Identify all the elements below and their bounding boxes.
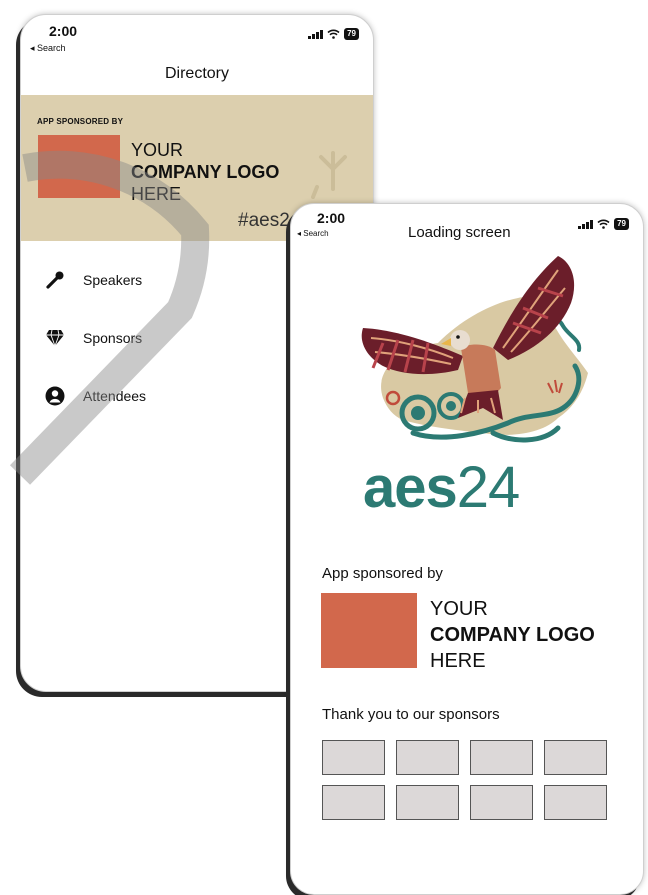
- status-bar: 2:00 ◂ Search 79: [21, 15, 373, 57]
- logo-line-3: HERE: [430, 650, 486, 672]
- logo-line-1: YOUR: [131, 140, 184, 160]
- logo-line-1: YOUR: [430, 598, 488, 620]
- battery-icon: 79: [344, 28, 359, 40]
- menu-label: Speakers: [83, 272, 143, 288]
- logo-line-2: COMPANY LOGO: [430, 624, 595, 646]
- sponsors-thanks-label: Thank you to our sponsors: [322, 706, 500, 723]
- event-hashtag: #aes2: [238, 210, 290, 231]
- logo-line-3: HERE: [131, 184, 182, 204]
- signal-icon: [308, 29, 324, 39]
- microphone-icon: [45, 270, 65, 290]
- sponsored-label: App sponsored by: [322, 565, 443, 582]
- brand-wordmark: aes24: [363, 455, 521, 520]
- loading-phone: 2:00 ◂ Search 79 Loading screen aes24 Ap…: [290, 203, 644, 895]
- company-logo-text: YOUR COMPANY LOGO HERE: [430, 596, 595, 674]
- back-to-search-link[interactable]: ◂ Search: [297, 229, 329, 237]
- sponsor-logo-placeholder[interactable]: [544, 785, 607, 820]
- battery-icon: 79: [614, 218, 629, 230]
- brand-year: 24: [456, 455, 521, 520]
- sponsor-logo-grid: [322, 740, 607, 820]
- signal-icon: [578, 219, 594, 229]
- menu-label: Sponsors: [83, 330, 143, 346]
- company-logo-placeholder: [38, 135, 120, 198]
- logo-line-2: COMPANY LOGO: [131, 162, 280, 182]
- sponsor-logo-placeholder[interactable]: [322, 740, 385, 775]
- brand-bold: aes: [363, 455, 458, 520]
- page-title: Directory: [164, 65, 229, 82]
- wifi-icon: [597, 219, 610, 229]
- status-time: 2:00: [317, 210, 346, 226]
- sponsor-logo-placeholder[interactable]: [396, 785, 459, 820]
- status-time: 2:00: [49, 23, 78, 39]
- menu-label: Attendees: [83, 388, 147, 404]
- company-logo-text: YOUR COMPANY LOGO HERE: [131, 139, 279, 205]
- sponsor-logo-placeholder[interactable]: [470, 785, 533, 820]
- page-title: Loading screen: [408, 224, 511, 241]
- back-to-search-link[interactable]: ◂ Search: [30, 43, 66, 54]
- wifi-icon: [327, 29, 340, 39]
- sponsor-logo-placeholder[interactable]: [322, 785, 385, 820]
- sponsored-label: APP SPONSORED BY: [37, 117, 124, 126]
- sponsor-logo-placeholder[interactable]: [470, 740, 533, 775]
- person-icon: [45, 386, 65, 406]
- company-logo-placeholder: [321, 593, 417, 668]
- diamond-icon: [45, 328, 65, 348]
- sponsor-logo-placeholder[interactable]: [396, 740, 459, 775]
- sponsor-logo-placeholder[interactable]: [544, 740, 607, 775]
- eagle-map-logo-icon: [361, 256, 588, 443]
- bird-track-icon: [311, 151, 347, 199]
